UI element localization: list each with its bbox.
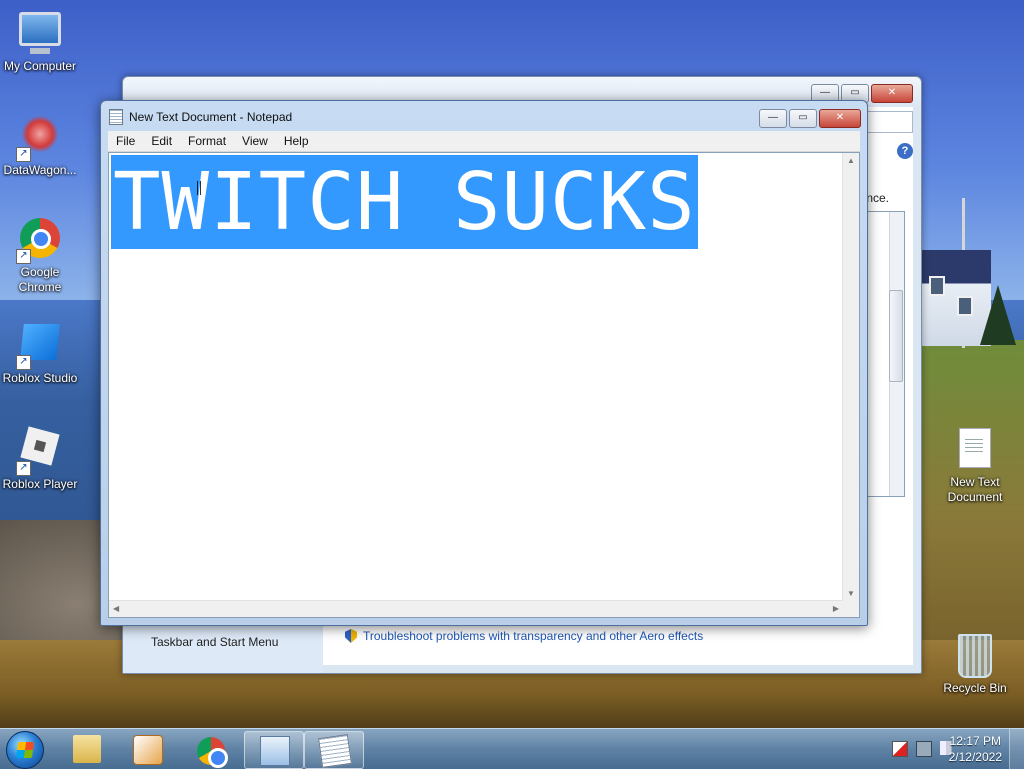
clock[interactable]: 12:17 PM 2/12/2022 [949, 733, 1002, 765]
menu-file[interactable]: File [108, 134, 143, 148]
desktop-icon-new-text-document[interactable]: New Text Document [935, 426, 1015, 505]
menu-format[interactable]: Format [180, 134, 234, 148]
roblox-studio-icon: ↗ [16, 324, 62, 370]
maximize-button[interactable]: ▭ [789, 109, 817, 128]
media-player-icon [133, 735, 163, 765]
desktop-icon-label: My Computer [3, 59, 77, 73]
desktop-icon-label: Roblox Studio [2, 371, 78, 385]
windows-logo-icon [15, 742, 35, 758]
taskbar-explorer[interactable] [58, 731, 116, 767]
shortcut-arrow-icon: ↗ [16, 147, 31, 162]
wallpaper-tree [980, 285, 1016, 345]
sidebar: Taskbar and Start Menu [123, 621, 323, 673]
scroll-left-icon[interactable]: ◀ [113, 604, 119, 613]
resize-grip[interactable] [843, 601, 859, 617]
taskbar-start-menu-link[interactable]: Taskbar and Start Menu [151, 635, 278, 649]
troubleshoot-link[interactable]: Troubleshoot problems with transparency … [345, 629, 703, 643]
show-desktop-button[interactable] [1009, 729, 1024, 769]
action-center-flag-icon[interactable] [892, 741, 908, 757]
clock-time: 12:17 PM [949, 734, 1001, 748]
scroll-down-icon[interactable]: ▼ [847, 589, 855, 598]
shortcut-arrow-icon: ↗ [16, 461, 31, 476]
folder-icon [73, 735, 101, 763]
description-text: nce. [866, 191, 889, 205]
minimize-button[interactable]: — [759, 109, 787, 128]
horizontal-scrollbar[interactable]: ◀ ▶ [109, 600, 843, 617]
control-panel-icon [260, 736, 290, 766]
menu-help[interactable]: Help [276, 134, 317, 148]
notepad-window[interactable]: New Text Document - Notepad — ▭ ✕ File E… [100, 100, 868, 626]
roblox-player-icon: ↗ [16, 426, 62, 476]
taskbar: 12:17 PM 2/12/2022 [0, 728, 1024, 769]
menu-edit[interactable]: Edit [143, 134, 180, 148]
start-button[interactable] [6, 731, 44, 769]
network-icon[interactable] [916, 741, 932, 757]
house-window [929, 276, 945, 296]
datawagon-icon: ↗ [16, 116, 62, 162]
theme-list[interactable] [865, 211, 905, 497]
text-document-icon [953, 428, 997, 472]
desktop-icon-google-chrome[interactable]: ↗ Google Chrome [0, 216, 80, 295]
desktop-icon-label: New Text Document [947, 475, 1003, 504]
troubleshoot-link-text[interactable]: Troubleshoot problems with transparency … [363, 629, 703, 643]
desktop-icon-recycle-bin[interactable]: Recycle Bin [935, 632, 1015, 696]
close-button[interactable]: ✕ [871, 84, 913, 103]
scroll-right-icon[interactable]: ▶ [833, 604, 839, 613]
scrollbar[interactable] [889, 212, 904, 496]
selected-text[interactable]: TWITCH SUCKS [111, 155, 698, 249]
shortcut-arrow-icon: ↗ [16, 355, 31, 370]
taskbar-media-player[interactable] [118, 731, 176, 767]
desktop-icon-label: Recycle Bin [943, 681, 1007, 695]
menu-bar: File Edit Format View Help [108, 131, 860, 152]
computer-icon [18, 12, 62, 56]
shield-icon [345, 629, 357, 643]
help-icon[interactable]: ? [897, 143, 913, 159]
desktop-icon-label: DataWagon... [3, 163, 77, 177]
close-button[interactable]: ✕ [819, 109, 861, 128]
taskbar-control-panel[interactable] [244, 731, 304, 769]
menu-view[interactable]: View [234, 134, 276, 148]
recycle-bin-icon [953, 634, 997, 678]
house-window [957, 296, 973, 316]
desktop-icon-label: Roblox Player [2, 477, 78, 491]
notepad-icon [109, 109, 123, 125]
window-title: New Text Document - Notepad [129, 110, 293, 124]
notepad-icon [318, 734, 352, 768]
desktop-icon-roblox-player[interactable]: ↗ Roblox Player [0, 424, 80, 492]
desktop-icon-label: Google Chrome [18, 265, 62, 294]
desktop-icon-my-computer[interactable]: My Computer [0, 8, 80, 74]
desktop-icon-datawagon[interactable]: ↗ DataWagon... [0, 112, 80, 178]
taskbar-chrome[interactable] [182, 731, 240, 768]
chrome-icon: ↗ [16, 218, 62, 264]
window-controls: — ▭ ✕ [759, 109, 861, 128]
scrollbar-thumb[interactable] [889, 290, 903, 382]
clock-date: 2/12/2022 [948, 750, 1002, 764]
text-cursor-icon [197, 181, 201, 195]
taskbar-notepad[interactable] [304, 731, 364, 769]
vertical-scrollbar[interactable]: ▲ ▼ [842, 153, 859, 601]
desktop-icon-roblox-studio[interactable]: ↗ Roblox Studio [0, 320, 80, 386]
window-titlebar[interactable]: New Text Document - Notepad [109, 107, 292, 127]
chrome-icon [197, 737, 228, 768]
scroll-up-icon[interactable]: ▲ [847, 156, 855, 165]
shortcut-arrow-icon: ↗ [16, 249, 31, 264]
text-editor[interactable]: TWITCH SUCKS ▲ ▼ ◀ ▶ [108, 152, 860, 618]
